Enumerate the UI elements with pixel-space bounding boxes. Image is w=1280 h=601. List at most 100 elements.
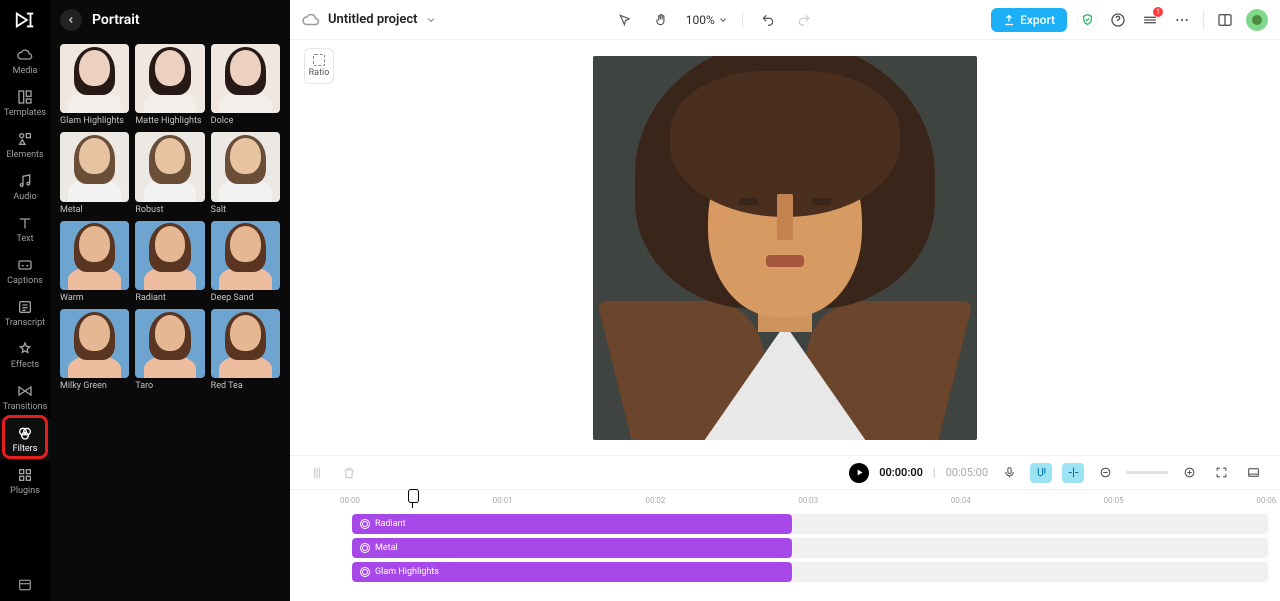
filter-label: Robust	[135, 205, 204, 215]
nav-audio[interactable]: Audio	[0, 166, 50, 208]
filter-label: Taro	[135, 381, 204, 391]
filter-clip-icon	[360, 567, 370, 577]
app-logo[interactable]	[0, 0, 50, 40]
filter-thumb[interactable]: Red Tea	[211, 309, 280, 391]
timeline-track[interactable]: Metal	[352, 538, 1268, 558]
notifications-icon[interactable]: 1	[1139, 9, 1161, 31]
zoom-in-button[interactable]	[1178, 463, 1200, 483]
audio-icon	[16, 172, 34, 190]
nav-transitions[interactable]: Transitions	[0, 376, 50, 418]
ruler-tick: 00:03	[798, 496, 818, 505]
nav-captions[interactable]: Captions	[0, 250, 50, 292]
ruler-tick: 00:06	[1256, 496, 1276, 505]
nav-label: Captions	[7, 276, 43, 286]
nav-elements[interactable]: Elements	[0, 124, 50, 166]
shield-icon[interactable]	[1077, 10, 1097, 30]
filter-thumb[interactable]: Metal	[60, 132, 129, 214]
elements-icon	[16, 130, 34, 148]
nav-filters[interactable]: Filters	[0, 418, 50, 460]
filter-thumb[interactable]: Dolce	[211, 44, 280, 126]
clip-label: Radiant	[375, 519, 406, 529]
mic-button[interactable]	[998, 463, 1020, 483]
text-icon	[16, 214, 34, 232]
nav-transcript[interactable]: Transcript	[0, 292, 50, 334]
export-button[interactable]: Export	[991, 8, 1067, 32]
notification-badge: 1	[1153, 7, 1163, 17]
ruler-tick: 00:05	[1104, 496, 1124, 505]
timeline-clip[interactable]: Radiant	[352, 514, 792, 534]
ruler-tick: 00:04	[951, 496, 971, 505]
ruler-tick: 00:01	[493, 496, 513, 505]
time-total: 00:05:00	[946, 466, 988, 479]
hand-tool[interactable]	[650, 9, 672, 31]
cloud-sync-icon[interactable]	[302, 11, 320, 29]
preview-canvas[interactable]	[593, 56, 977, 440]
cloud-icon	[16, 46, 34, 64]
redo-button[interactable]	[793, 9, 815, 31]
clip-label: Metal	[375, 543, 398, 553]
filter-thumb[interactable]: Milky Green	[60, 309, 129, 391]
filter-thumb[interactable]: Glam Highlights	[60, 44, 129, 126]
filter-label: Warm	[60, 293, 129, 303]
zoom-slider[interactable]	[1126, 471, 1168, 474]
user-avatar[interactable]	[1246, 9, 1268, 31]
timeline-clip[interactable]: Metal	[352, 538, 792, 558]
timeline[interactable]: 00:0000:0100:0200:0300:0400:0500:06 Radi…	[290, 489, 1280, 601]
expand-button[interactable]	[1242, 463, 1264, 483]
snap-button[interactable]	[1030, 463, 1052, 483]
filter-label: Deep Sand	[211, 293, 280, 303]
nav-text[interactable]: Text	[0, 208, 50, 250]
timeline-track[interactable]: Radiant	[352, 514, 1268, 534]
filter-thumb[interactable]: Matte Highlights	[135, 44, 204, 126]
timeline-ruler[interactable]: 00:0000:0100:0200:0300:0400:0500:06	[350, 490, 1270, 508]
playhead[interactable]	[412, 490, 413, 508]
zoom-level[interactable]: 100%	[686, 13, 728, 27]
nav-effects[interactable]: Effects	[0, 334, 50, 376]
nav-label: Media	[13, 66, 38, 76]
filter-label: Salt	[211, 205, 280, 215]
transitions-icon	[16, 382, 34, 400]
cursor-tool[interactable]	[614, 9, 636, 31]
fit-button[interactable]	[1210, 463, 1232, 483]
nav-settings[interactable]	[0, 577, 50, 593]
track-align-button[interactable]	[1062, 463, 1084, 483]
help-icon[interactable]	[1107, 9, 1129, 31]
nav-label: Effects	[11, 360, 39, 370]
topbar: Untitled project 100% Export 1	[290, 0, 1280, 40]
filter-thumb[interactable]: Robust	[135, 132, 204, 214]
zoom-out-button[interactable]	[1094, 463, 1116, 483]
project-name[interactable]: Untitled project	[328, 12, 417, 27]
nav-templates[interactable]: Templates	[0, 82, 50, 124]
more-icon[interactable]	[1171, 9, 1193, 31]
transcript-icon	[16, 298, 34, 316]
filter-label: Dolce	[211, 116, 280, 126]
ratio-button[interactable]: Ratio	[304, 48, 334, 84]
plugins-icon	[16, 466, 34, 484]
split-button[interactable]	[306, 462, 328, 484]
nav-media[interactable]: Media	[0, 40, 50, 82]
filters-icon	[16, 424, 34, 442]
filter-label: Glam Highlights	[60, 116, 129, 126]
filter-thumb[interactable]: Taro	[135, 309, 204, 391]
filter-thumb[interactable]: Warm	[60, 221, 129, 303]
nav-label: Text	[16, 234, 33, 244]
chevron-down-icon[interactable]	[425, 14, 437, 26]
separator	[742, 11, 743, 29]
nav-plugins[interactable]: Plugins	[0, 460, 50, 502]
filter-label: Radiant	[135, 293, 204, 303]
filters-grid: Glam Highlights Matte Highlights Dolce Meta…	[50, 40, 290, 401]
back-button[interactable]	[60, 9, 82, 31]
filter-thumb[interactable]: Salt	[211, 132, 280, 214]
nav-label: Filters	[13, 444, 38, 454]
filter-thumb[interactable]: Deep Sand	[211, 221, 280, 303]
play-button[interactable]	[849, 463, 869, 483]
timeline-clip[interactable]: Glam Highlights	[352, 562, 792, 582]
delete-button[interactable]	[338, 462, 360, 484]
panel-toggle-icon[interactable]	[1214, 9, 1236, 31]
ruler-tick: 00:02	[645, 496, 665, 505]
timeline-track[interactable]: Glam Highlights	[352, 562, 1268, 582]
timeline-tracks: Radiant Metal Glam Highlights	[352, 514, 1268, 582]
undo-button[interactable]	[757, 9, 779, 31]
canvas-area[interactable]: Ratio	[290, 40, 1280, 455]
filter-thumb[interactable]: Radiant	[135, 221, 204, 303]
